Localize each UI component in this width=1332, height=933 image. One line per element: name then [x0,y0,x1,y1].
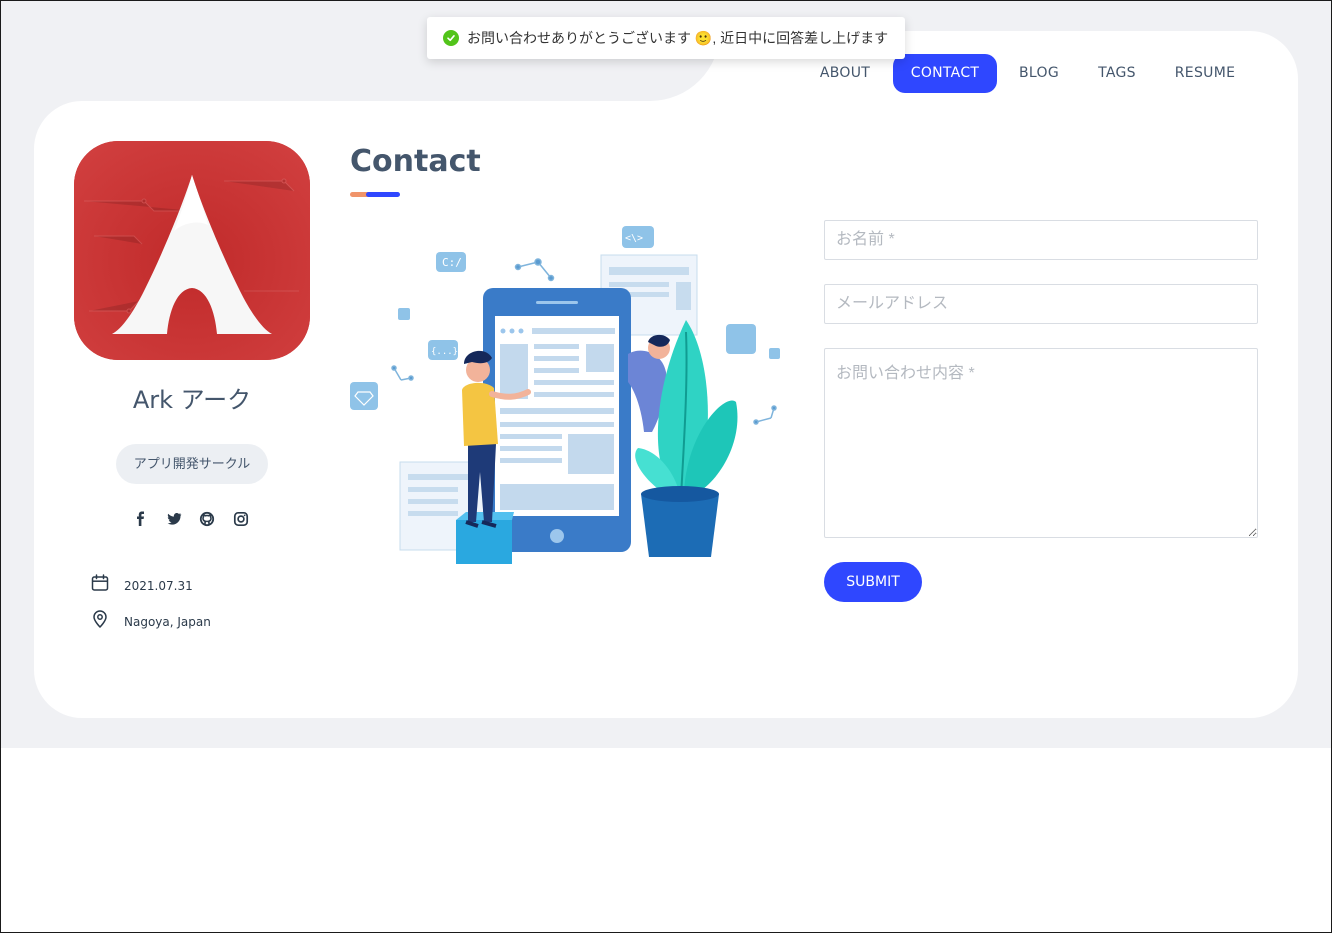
svg-text:{...}: {...} [431,347,458,357]
location-pin-icon [90,609,110,629]
profile-location: Nagoya, Japan [124,615,211,629]
facebook-icon[interactable] [131,509,151,529]
title-underline [350,192,400,197]
nav-tags[interactable]: TAGS [1090,54,1144,93]
nav-resume[interactable]: RESUME [1168,54,1242,93]
profile-name: Ark アーク [132,386,252,414]
instagram-icon[interactable] [231,509,251,529]
arch-logo [74,141,310,360]
email-input[interactable] [824,284,1258,324]
contact-illustration: C:/ <\> {...} [350,226,780,564]
toast-message: お問い合わせありがとうございます 🙂, 近日中に回答差し上げます [467,30,889,46]
page-title: Contact [350,144,481,179]
svg-text:C:/: C:/ [442,256,462,269]
nav-contact[interactable]: CONTACT [893,54,997,93]
profile-badge: アプリ開発サークル [116,444,268,484]
check-circle-icon [443,30,459,46]
name-input[interactable] [824,220,1258,260]
submit-button[interactable]: SUBMIT [824,562,922,602]
calendar-icon [90,573,110,593]
nav-blog[interactable]: BLOG [1012,54,1066,93]
profile-date: 2021.07.31 [124,579,193,593]
message-textarea[interactable] [824,348,1258,538]
github-icon[interactable] [197,509,217,529]
main-nav: ABOUT CONTACT BLOG TAGS RESUME [0,54,1332,93]
twitter-icon[interactable] [164,509,184,529]
success-toast: お問い合わせありがとうございます 🙂, 近日中に回答差し上げます [427,17,905,59]
svg-text:<\>: <\> [625,233,643,244]
nav-about[interactable]: ABOUT [812,54,878,93]
avatar [74,141,310,360]
